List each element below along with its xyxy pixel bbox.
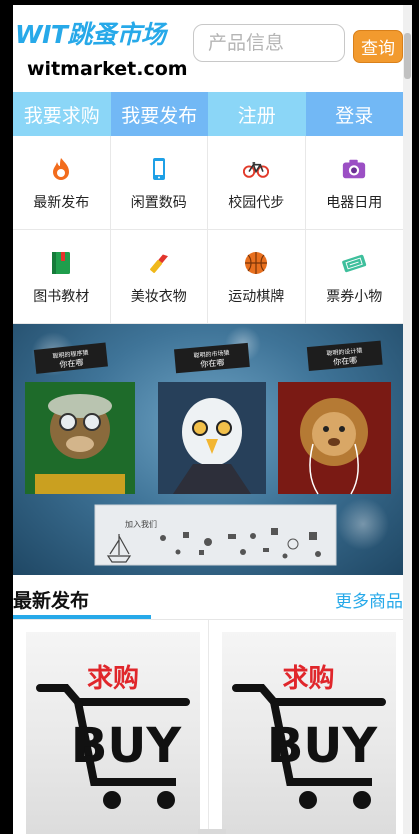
banner-sign-text: 你在哪: [333, 355, 358, 367]
search-button[interactable]: 查询: [353, 30, 403, 63]
join-us-text: 加入我们: [125, 519, 157, 529]
scrollbar[interactable]: [403, 5, 412, 834]
main-nav: 我要求购 我要发布 注册 登录: [13, 92, 403, 136]
category-books[interactable]: 图书教材: [13, 230, 111, 324]
category-tickets[interactable]: 票券小物: [305, 230, 403, 324]
banner-illustration: 聪明的程序猿 你在哪 聪明的市场猿 你在哪 聪明的设计猿 你在哪 加入我们: [25, 326, 391, 566]
category-latest[interactable]: 最新发布: [13, 136, 111, 230]
buy-text: BUY: [71, 718, 183, 774]
product-image[interactable]: 求购 BUY: [221, 632, 396, 834]
scrollbar-thumb[interactable]: [404, 33, 411, 79]
category-label: 校园代步: [228, 195, 285, 211]
category-label: 电器日用: [326, 195, 383, 211]
header: WIT跳蚤市场 witmarket.com 查询: [13, 5, 403, 92]
basketball-icon: [243, 250, 269, 276]
product-card[interactable]: 求购 BUY: [13, 620, 209, 834]
more-products-link[interactable]: 更多商品: [335, 587, 403, 612]
category-label: 最新发布: [33, 195, 90, 211]
product-list: 求购 BUY 求购 BUY: [13, 620, 403, 834]
flame-icon: [48, 156, 74, 182]
category-label: 美妆衣物: [130, 289, 187, 305]
camera-icon: [341, 156, 367, 182]
nav-post[interactable]: 我要发布: [110, 92, 208, 136]
search-input[interactable]: [194, 25, 344, 61]
bicycle-icon: [243, 156, 270, 182]
category-grid: 最新发布 闲置数码 校园代步 电器日用 图书教材 美妆衣物 运动棋牌 票券小物: [13, 136, 403, 324]
site-url: witmarket.com: [27, 58, 188, 80]
category-appliances[interactable]: 电器日用: [305, 136, 403, 230]
category-label: 运动棋牌: [228, 289, 285, 305]
ticket-icon: [341, 250, 367, 276]
product-card[interactable]: 求购 BUY: [209, 620, 404, 834]
shopping-cart-icon: BUY: [36, 684, 190, 809]
buy-text: BUY: [266, 718, 378, 774]
product-image[interactable]: 求购 BUY: [26, 632, 200, 834]
latest-section-header: 最新发布 更多商品: [13, 579, 403, 619]
category-label: 闲置数码: [130, 195, 187, 211]
nav-login[interactable]: 登录: [305, 92, 403, 136]
nav-register[interactable]: 注册: [208, 92, 306, 136]
nav-want-to-buy[interactable]: 我要求购: [13, 92, 111, 136]
section-title: 最新发布: [13, 590, 90, 612]
category-label: 图书教材: [33, 289, 90, 305]
shopping-cart-icon: BUY: [231, 684, 386, 809]
site-logo-title[interactable]: WIT跳蚤市场: [15, 15, 166, 51]
lipstick-icon: [146, 250, 172, 276]
category-sports[interactable]: 运动棋牌: [208, 230, 306, 324]
category-bike[interactable]: 校园代步: [208, 136, 306, 230]
bottom-handle: [198, 829, 226, 834]
phone-icon: [146, 156, 172, 182]
category-label: 票券小物: [326, 289, 383, 305]
promo-banner[interactable]: 聪明的程序猿 你在哪 聪明的市场猿 你在哪 聪明的设计猿 你在哪 加入我们: [13, 324, 403, 575]
page: WIT跳蚤市场 witmarket.com 查询 我要求购 我要发布 注册 登录…: [13, 5, 403, 834]
book-icon: [48, 250, 74, 276]
category-digital[interactable]: 闲置数码: [110, 136, 208, 230]
category-beauty[interactable]: 美妆衣物: [110, 230, 208, 324]
banner-sign-text: 你在哪: [200, 357, 225, 369]
search-box[interactable]: [193, 24, 345, 62]
